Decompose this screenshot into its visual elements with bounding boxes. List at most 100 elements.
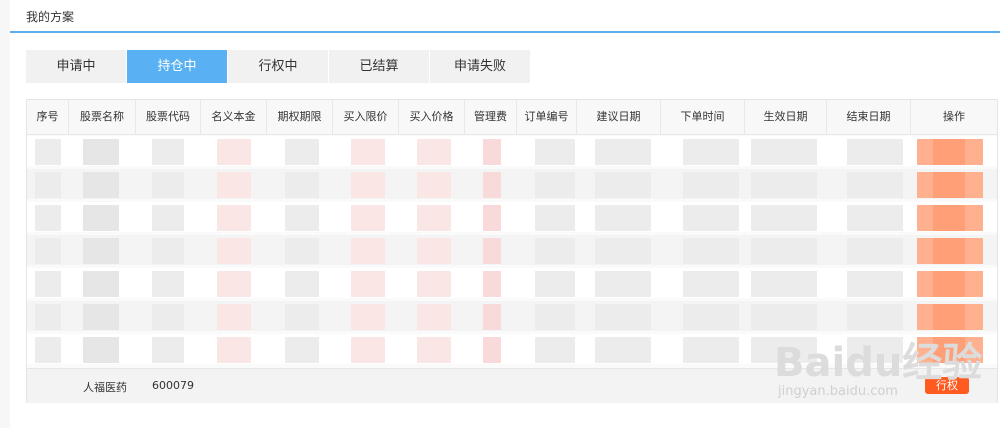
redacted-cell — [683, 238, 739, 264]
redacted-row — [27, 301, 997, 331]
redacted-cell — [847, 205, 903, 231]
tab-settled[interactable]: 已结算 — [329, 50, 429, 83]
redacted-cell — [217, 205, 251, 231]
redacted-cell — [152, 304, 184, 330]
redacted-cell — [683, 271, 739, 297]
redacted-cell — [535, 172, 575, 198]
redacted-cell — [35, 172, 61, 198]
col-order-time: 下单时间 — [661, 100, 745, 134]
redacted-cell — [83, 139, 119, 165]
redacted-row — [27, 235, 997, 265]
redacted-cell — [351, 337, 385, 363]
redacted-cell — [417, 271, 451, 297]
redacted-cell — [217, 172, 251, 198]
redacted-cell — [683, 139, 739, 165]
redacted-cell — [83, 238, 119, 264]
redacted-cell — [917, 205, 983, 231]
redacted-cell — [847, 238, 903, 264]
redacted-cell — [83, 337, 119, 363]
redacted-cell — [417, 304, 451, 330]
redacted-cell — [152, 337, 184, 363]
redacted-cell — [483, 337, 501, 363]
redacted-cell — [847, 271, 903, 297]
redacted-cell — [847, 337, 903, 363]
col-order-no: 订单编号 — [517, 100, 577, 134]
redacted-cell — [595, 172, 651, 198]
redacted-cell — [917, 304, 983, 330]
redacted-row — [27, 136, 997, 166]
redacted-cell — [35, 304, 61, 330]
tab-holding[interactable]: 持仓中 — [127, 50, 227, 83]
col-index: 序号 — [27, 100, 69, 134]
table-header: 序号 股票名称 股票代码 名义本金 期权期限 买入限价 买入价格 管理费 订单编… — [27, 100, 997, 135]
redacted-cell — [483, 271, 501, 297]
tab-failed[interactable]: 申请失败 — [430, 50, 530, 83]
redacted-cell — [595, 271, 651, 297]
redacted-cell — [417, 139, 451, 165]
table-row: 人福医药 600079 行权 — [27, 368, 997, 403]
redacted-cell — [751, 337, 817, 363]
redacted-cell — [595, 337, 651, 363]
redacted-cell — [847, 172, 903, 198]
status-tabs: 申请中 持仓中 行权中 已结算 申请失败 — [26, 50, 531, 83]
redacted-cell — [535, 304, 575, 330]
redacted-cell — [917, 337, 983, 363]
positions-table: 序号 股票名称 股票代码 名义本金 期权期限 买入限价 买入价格 管理费 订单编… — [26, 99, 998, 403]
redacted-cell — [351, 271, 385, 297]
redacted-cell — [483, 205, 501, 231]
redacted-cell — [217, 271, 251, 297]
redacted-cell — [285, 304, 319, 330]
redacted-cell — [417, 205, 451, 231]
redacted-cell — [35, 205, 61, 231]
redacted-cell — [535, 271, 575, 297]
redacted-cell — [285, 205, 319, 231]
redacted-cell — [483, 172, 501, 198]
redacted-cell — [35, 271, 61, 297]
exercise-button[interactable]: 行权 — [925, 377, 969, 394]
redacted-cell — [152, 172, 184, 198]
redacted-cell — [351, 304, 385, 330]
stock-code-cell: 600079 — [152, 379, 194, 392]
panel-title: 我的方案 — [26, 10, 75, 24]
redacted-row — [27, 169, 997, 199]
redacted-cell — [917, 271, 983, 297]
col-stock-code: 股票代码 — [136, 100, 201, 134]
tab-exercising[interactable]: 行权中 — [228, 50, 328, 83]
panel-header: 我的方案 — [10, 0, 1000, 33]
redacted-cell — [683, 205, 739, 231]
redacted-cell — [751, 139, 817, 165]
redacted-row — [27, 268, 997, 298]
col-effective-date: 生效日期 — [745, 100, 827, 134]
redacted-cell — [483, 304, 501, 330]
redacted-cell — [595, 238, 651, 264]
redacted-cell — [535, 238, 575, 264]
my-plans-panel: 我的方案 申请中 持仓中 行权中 已结算 申请失败 序号 股票名称 股票代码 名… — [10, 0, 1000, 428]
redacted-cell — [217, 337, 251, 363]
redacted-cell — [751, 271, 817, 297]
redacted-cell — [535, 139, 575, 165]
col-action: 操作 — [943, 110, 965, 123]
redacted-cell — [35, 337, 61, 363]
redacted-cell — [83, 172, 119, 198]
redacted-cell — [417, 337, 451, 363]
col-suggest-date: 建议日期 — [577, 100, 661, 134]
redacted-cell — [483, 139, 501, 165]
redacted-cell — [751, 304, 817, 330]
redacted-cell — [285, 271, 319, 297]
redacted-cell — [285, 139, 319, 165]
redacted-cell — [285, 337, 319, 363]
redacted-row — [27, 202, 997, 232]
redacted-cell — [535, 205, 575, 231]
redacted-cell — [152, 205, 184, 231]
redacted-cell — [917, 172, 983, 198]
redacted-cell — [595, 139, 651, 165]
redacted-cell — [351, 205, 385, 231]
redacted-cell — [847, 304, 903, 330]
col-term: 期权期限 — [267, 100, 333, 134]
tab-applying[interactable]: 申请中 — [26, 50, 126, 83]
redacted-cell — [683, 337, 739, 363]
redacted-cell — [417, 238, 451, 264]
redacted-cell — [152, 271, 184, 297]
redacted-cell — [83, 271, 119, 297]
redacted-cell — [351, 238, 385, 264]
